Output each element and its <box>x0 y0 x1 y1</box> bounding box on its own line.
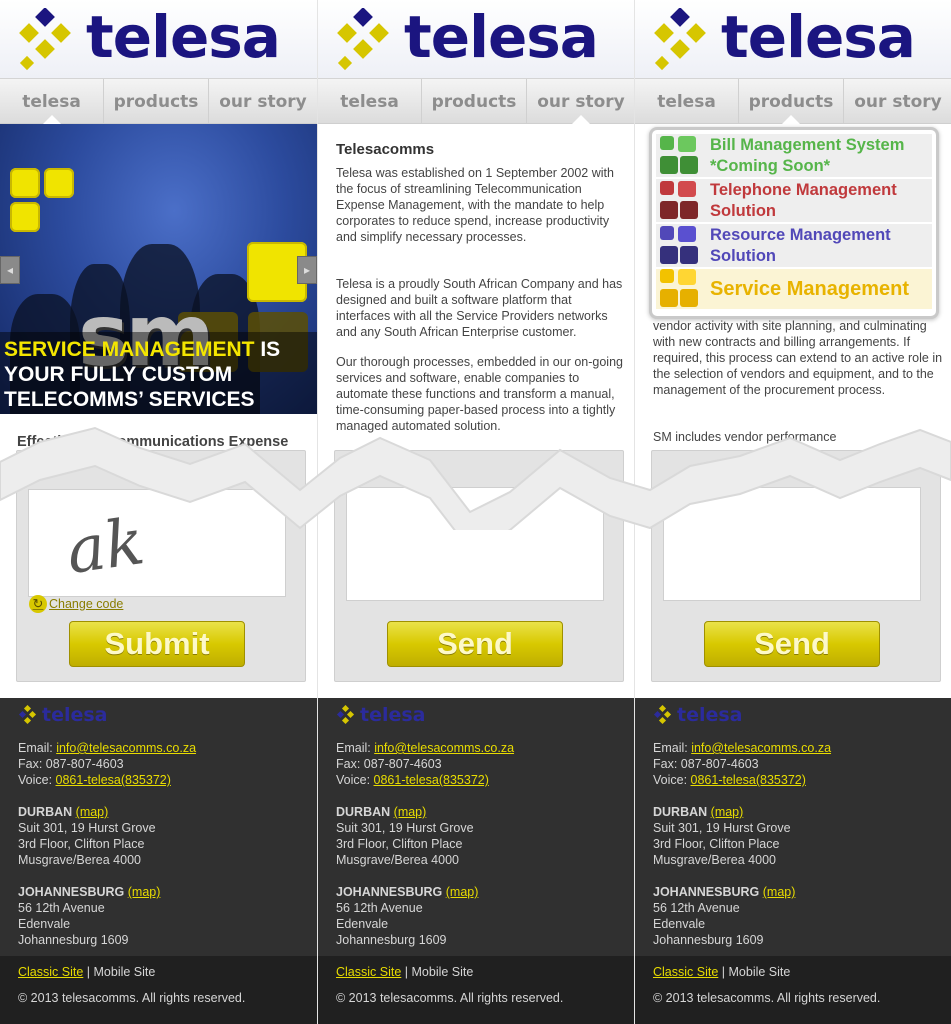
change-code-link[interactable]: ↻ Change code <box>29 595 123 613</box>
email-link[interactable]: info@telesacomms.co.za <box>691 741 831 755</box>
diamond-logo-icon <box>337 8 389 71</box>
hero-caption: SERVICE MANAGEMENT IS YOUR FULLY CUSTOM … <box>4 338 281 411</box>
phone-link[interactable]: 0861-telesa(835372) <box>56 773 171 787</box>
logo-wordmark: telesa <box>721 3 916 71</box>
footer: telesa Email: info@telesacomms.co.za Fax… <box>318 698 634 956</box>
article-paragraph: SM includes vendor performance <box>653 430 837 444</box>
column-about: telesa telesa products our story Telesac… <box>317 0 634 1024</box>
menu-item-bill-management[interactable]: Bill Management System *Coming Soon* <box>656 134 932 179</box>
telesa-logo[interactable]: telesa <box>16 3 306 74</box>
site-header: telesa <box>0 0 317 78</box>
copyright: © 2013 telesacomms. All rights reserved. <box>653 991 881 1005</box>
nav-tab-our-story[interactable]: our story <box>209 79 317 123</box>
message-textarea[interactable] <box>346 487 604 601</box>
nav-tab-telesa[interactable]: telesa <box>635 79 739 123</box>
slider-prev-button[interactable]: ◂ <box>0 256 20 284</box>
classic-site-link[interactable]: Classic Site <box>653 965 718 979</box>
service-management-icon <box>660 269 700 309</box>
nav-tab-our-story[interactable]: our story <box>527 79 634 124</box>
menu-item-resource-management[interactable]: Resource Management Solution <box>656 224 932 269</box>
article-paragraph: Telesa is a proudly South African Compan… <box>336 277 623 339</box>
footer: telesa Email: info@telesacomms.co.za Fax… <box>0 698 317 956</box>
slider-next-button[interactable]: ▸ <box>297 256 317 284</box>
article-paragraph: Telesa was established on 1 September 20… <box>336 166 614 244</box>
contact-form-panel: Send <box>334 450 624 682</box>
site-header: telesa <box>635 0 951 78</box>
copyright: © 2013 telesacomms. All rights reserved. <box>336 991 564 1005</box>
diamond-logo-icon <box>18 705 37 725</box>
contact-form-panel: ak ↻ Change code Submit <box>16 450 306 682</box>
telephone-management-icon <box>660 180 700 221</box>
refresh-icon: ↻ <box>29 595 47 613</box>
telesa-logo[interactable]: telesa <box>334 3 624 74</box>
diamond-logo-icon <box>654 8 706 71</box>
site-header: telesa <box>318 0 634 78</box>
telesa-logo[interactable]: telesa <box>651 3 941 74</box>
copyright: © 2013 telesacomms. All rights reserved. <box>18 991 246 1005</box>
message-textarea[interactable] <box>663 487 921 601</box>
main-nav: telesa products our story <box>318 78 634 124</box>
nav-tab-telesa[interactable]: telesa <box>318 79 422 123</box>
yellow-square <box>10 168 40 198</box>
captcha-text: ak <box>62 505 149 589</box>
footer-bar: Classic Site | Mobile Site © 2013 telesa… <box>318 956 634 1024</box>
intro-heading: Effective Telecommunications Expense <box>17 434 289 450</box>
footer-contact: Email: info@telesacomms.co.za Fax: 087-8… <box>336 741 515 947</box>
email-link[interactable]: info@telesacomms.co.za <box>56 741 196 755</box>
resource-management-icon <box>660 225 700 266</box>
mobile-site-label: Mobile Site <box>728 965 791 979</box>
diamond-logo-icon <box>336 705 355 725</box>
footer-bar: Classic Site | Mobile Site © 2013 telesa… <box>635 956 951 1024</box>
send-button[interactable]: Send <box>387 621 563 667</box>
bill-management-icon <box>660 135 700 176</box>
hero-banner: sm ◂ ▸ SERVICE MANAGEMENT IS YOUR FULLY … <box>0 124 317 414</box>
phone-link[interactable]: 0861-telesa(835372) <box>691 773 806 787</box>
column-home: telesa telesa products our story sm ◂ ▸ … <box>0 0 317 1024</box>
footer-contact: Email: info@telesacomms.co.za Fax: 087-8… <box>18 741 197 947</box>
main-nav: telesa products our story <box>635 78 951 124</box>
menu-item-service-management[interactable]: Service Management <box>656 269 932 311</box>
footer-logo[interactable]: telesa <box>336 704 426 726</box>
article-paragraph: vendor activity with site planning, and … <box>653 319 943 397</box>
mobile-site-label: Mobile Site <box>411 965 474 979</box>
yellow-square <box>10 202 40 232</box>
durban-map-link[interactable]: (map) <box>394 805 427 819</box>
menu-item-telephone-management[interactable]: Telephone Management Solution <box>656 179 932 224</box>
page-title: Telesacomms <box>336 141 435 158</box>
contact-form-panel: Send <box>651 450 941 682</box>
nav-tab-our-story[interactable]: our story <box>844 79 951 123</box>
jhb-map-link[interactable]: (map) <box>128 885 161 899</box>
captcha-image: ak <box>28 489 286 597</box>
durban-map-link[interactable]: (map) <box>711 805 744 819</box>
phone-link[interactable]: 0861-telesa(835372) <box>374 773 489 787</box>
products-dropdown-menu: Bill Management System *Coming Soon* Tel… <box>649 127 939 319</box>
diamond-logo-icon <box>653 705 672 725</box>
footer-contact: Email: info@telesacomms.co.za Fax: 087-8… <box>653 741 832 947</box>
yellow-square <box>44 168 74 198</box>
diamond-logo-icon <box>19 8 71 71</box>
nav-tab-products[interactable]: products <box>739 79 844 124</box>
jhb-map-link[interactable]: (map) <box>446 885 479 899</box>
footer: telesa Email: info@telesacomms.co.za Fax… <box>635 698 951 956</box>
send-button[interactable]: Send <box>704 621 880 667</box>
footer-bar: Classic Site | Mobile Site © 2013 telesa… <box>0 956 317 1024</box>
main-nav: telesa products our story <box>0 78 317 124</box>
email-link[interactable]: info@telesacomms.co.za <box>374 741 514 755</box>
article-paragraph: Our thorough processes, embedded in our … <box>336 355 623 433</box>
durban-map-link[interactable]: (map) <box>76 805 109 819</box>
nav-tab-products[interactable]: products <box>422 79 527 123</box>
nav-tab-telesa[interactable]: telesa <box>0 79 104 124</box>
footer-logo[interactable]: telesa <box>18 704 108 726</box>
nav-tab-products[interactable]: products <box>104 79 209 123</box>
logo-wordmark: telesa <box>86 3 281 71</box>
jhb-map-link[interactable]: (map) <box>763 885 796 899</box>
footer-logo[interactable]: telesa <box>653 704 743 726</box>
submit-button[interactable]: Submit <box>69 621 245 667</box>
classic-site-link[interactable]: Classic Site <box>18 965 83 979</box>
column-products: telesa telesa products our story Bill Ma… <box>634 0 951 1024</box>
logo-wordmark: telesa <box>404 3 599 71</box>
mobile-site-label: Mobile Site <box>93 965 156 979</box>
classic-site-link[interactable]: Classic Site <box>336 965 401 979</box>
